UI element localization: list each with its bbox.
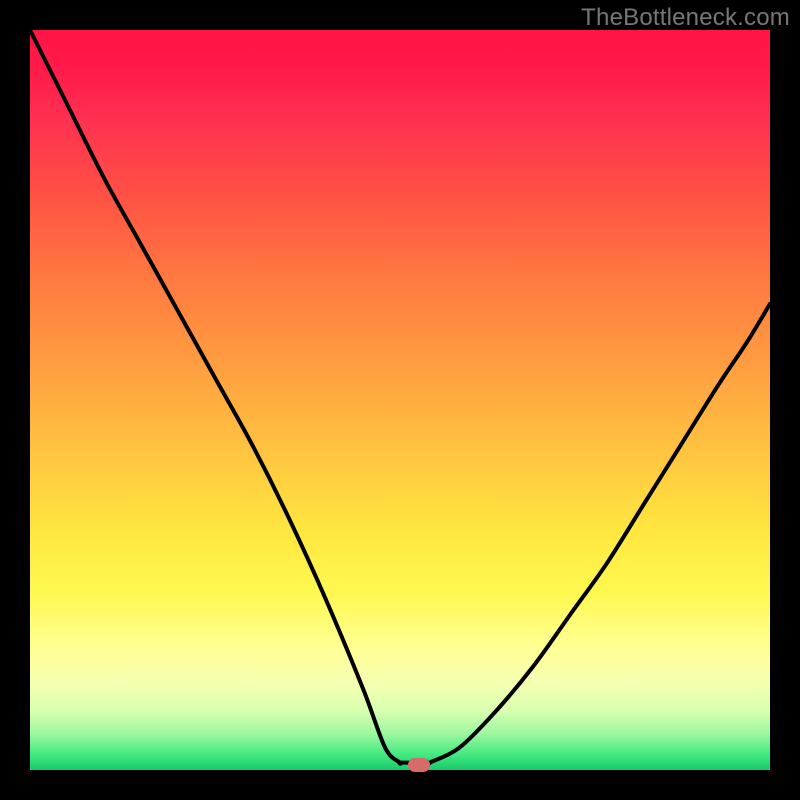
minimum-marker [408, 758, 430, 772]
watermark-text: TheBottleneck.com [581, 4, 790, 32]
outer-frame: TheBottleneck.com [0, 0, 800, 800]
plot-area [30, 30, 770, 770]
bottleneck-curve [30, 30, 770, 770]
